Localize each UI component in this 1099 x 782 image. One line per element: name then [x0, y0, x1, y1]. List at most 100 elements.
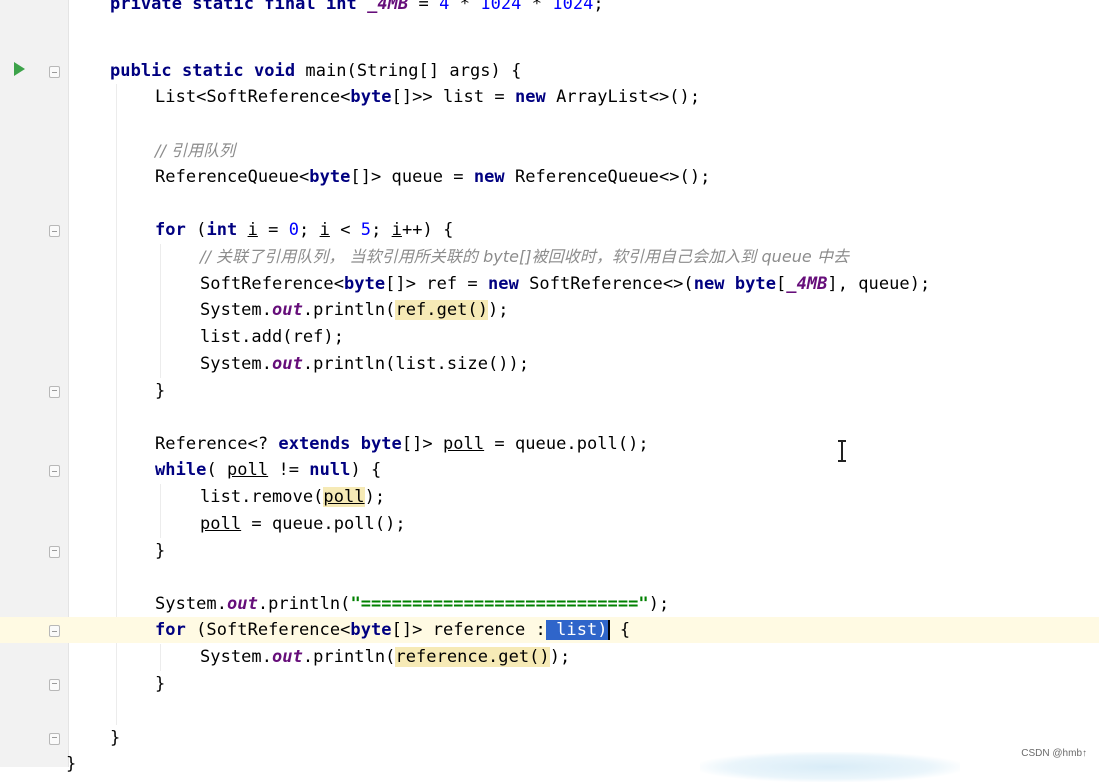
- code-token: private static final int: [110, 0, 368, 14]
- code-token: extends byte: [278, 434, 402, 454]
- code-line[interactable]: list.remove(poll);: [0, 484, 1099, 510]
- code-token: ;: [299, 220, 320, 240]
- code-line[interactable]: // 关联了引用队列， 当软引用所关联的 byte[]被回收时，软引用自己会加入…: [0, 244, 1099, 270]
- code-line[interactable]: list.add(ref);: [0, 324, 1099, 350]
- code-token: (: [206, 460, 228, 480]
- code-token: }: [155, 541, 166, 561]
- code-line-text: public static void main(String[] args) {: [110, 61, 521, 81]
- code-line[interactable]: System.out.println(reference.get());: [0, 644, 1099, 670]
- code-line-text: while( poll != null) {: [155, 460, 381, 480]
- code-token: while: [155, 460, 207, 480]
- code-token: _4MB: [367, 0, 409, 14]
- code-token: .println(: [302, 647, 396, 667]
- code-line-text: private static final int _4MB = 4 * 1024…: [110, 0, 604, 14]
- code-token: .println(list.size());: [302, 354, 530, 374]
- code-token: SoftReference<>(: [529, 274, 694, 294]
- code-line[interactable]: poll = queue.poll();: [0, 511, 1099, 537]
- fold-marker-icon[interactable]: [49, 66, 60, 78]
- code-token: null: [309, 460, 351, 480]
- fold-marker-icon[interactable]: [49, 679, 60, 691]
- code-line[interactable]: }: [0, 378, 1099, 404]
- code-token: 1024: [552, 0, 594, 14]
- code-token: list.add(ref);: [200, 327, 344, 347]
- code-token: new: [473, 167, 515, 187]
- decorative-cloud: [700, 752, 960, 782]
- code-token: = queue.poll();: [484, 434, 649, 454]
- fold-marker-icon[interactable]: [49, 225, 60, 237]
- code-token: []> reference :: [391, 620, 546, 640]
- code-token: poll: [227, 460, 269, 480]
- code-token: for: [155, 220, 197, 240]
- code-token: i: [391, 220, 402, 240]
- code-token: ;: [371, 220, 392, 240]
- code-token: *: [449, 0, 481, 14]
- code-token: i: [319, 220, 330, 240]
- code-line[interactable]: while( poll != null) {: [0, 457, 1099, 483]
- code-token: out: [227, 594, 258, 614]
- code-token: out: [272, 647, 303, 667]
- code-editor[interactable]: private static final int _4MB = 4 * 1024…: [0, 0, 1099, 774]
- fold-marker-icon[interactable]: [49, 386, 60, 398]
- code-line[interactable]: }: [0, 671, 1099, 697]
- code-line[interactable]: public static void main(String[] args) {: [0, 58, 1099, 84]
- code-line-text: }: [155, 381, 165, 401]
- code-line-text: List<SoftReference<byte[]>> list = new A…: [155, 87, 700, 107]
- code-token: ReferenceQueue<: [155, 167, 310, 187]
- code-line-text: Reference<? extends byte[]> poll = queue…: [155, 434, 649, 454]
- code-token: byte: [350, 620, 392, 640]
- code-token: 0: [288, 220, 300, 240]
- code-token: =: [408, 0, 440, 14]
- code-line[interactable]: }: [0, 725, 1099, 751]
- code-token: new: [514, 87, 557, 107]
- fold-marker-icon[interactable]: [49, 733, 60, 745]
- code-token: for: [155, 620, 197, 640]
- code-token: System.: [200, 354, 272, 374]
- code-token: ], queue);: [827, 274, 931, 294]
- code-token: []> ref =: [385, 274, 488, 294]
- code-token: new byte: [693, 274, 776, 294]
- code-line[interactable]: System.out.println(list.size());: [0, 351, 1099, 377]
- code-token: =: [257, 220, 289, 240]
- code-token: System.: [200, 647, 272, 667]
- code-token: ReferenceQueue<>();: [514, 167, 711, 187]
- code-line[interactable]: private static final int _4MB = 4 * 1024…: [0, 0, 1099, 17]
- code-token: Reference<?: [155, 434, 279, 454]
- code-token: new: [488, 274, 530, 294]
- code-token: []>: [401, 434, 443, 454]
- code-line[interactable]: // 引用队列: [0, 138, 1099, 164]
- code-line[interactable]: System.out.println("====================…: [0, 591, 1099, 617]
- code-token: (SoftReference<: [196, 620, 351, 640]
- code-line-text: poll = queue.poll();: [200, 514, 406, 534]
- code-token: }: [66, 754, 77, 774]
- code-line-text: System.out.println(reference.get());: [200, 647, 570, 667]
- code-token: byte: [309, 167, 351, 187]
- code-line[interactable]: }: [0, 538, 1099, 564]
- code-line[interactable]: List<SoftReference<byte[]>> list = new A…: [0, 84, 1099, 110]
- code-line-text: for (SoftReference<byte[]> reference : l…: [155, 620, 630, 640]
- code-line[interactable]: SoftReference<byte[]> ref = new SoftRefe…: [0, 271, 1099, 297]
- code-token: (: [196, 220, 207, 240]
- code-token: 4: [439, 0, 450, 14]
- code-token: main(String[] args) {: [305, 61, 522, 81]
- code-line-text: System.out.println(ref.get());: [200, 300, 509, 320]
- code-token: );: [364, 487, 386, 507]
- code-line-text: }: [155, 674, 165, 694]
- code-token: byte: [350, 87, 392, 107]
- code-line-text: }: [155, 541, 165, 561]
- code-token: out: [272, 300, 303, 320]
- code-token: []>> list =: [391, 87, 515, 107]
- code-line[interactable]: System.out.println(ref.get());: [0, 297, 1099, 323]
- code-line-text: SoftReference<byte[]> ref = new SoftRefe…: [200, 274, 930, 294]
- code-token: [: [775, 274, 787, 294]
- code-line-text: for (int i = 0; i < 5; i++) {: [155, 220, 453, 240]
- fold-marker-icon[interactable]: [49, 465, 60, 477]
- fold-marker-icon[interactable]: [49, 546, 60, 558]
- code-token: .println(: [302, 300, 396, 320]
- code-token: }: [110, 728, 121, 748]
- code-line[interactable]: for (int i = 0; i < 5; i++) {: [0, 217, 1099, 243]
- code-line[interactable]: ReferenceQueue<byte[]> queue = new Refer…: [0, 164, 1099, 190]
- code-line-text: System.out.println("====================…: [155, 594, 669, 614]
- fold-marker-icon[interactable]: [49, 625, 60, 637]
- code-line[interactable]: Reference<? extends byte[]> poll = queue…: [0, 431, 1099, 457]
- code-line[interactable]: for (SoftReference<byte[]> reference : l…: [0, 617, 1099, 643]
